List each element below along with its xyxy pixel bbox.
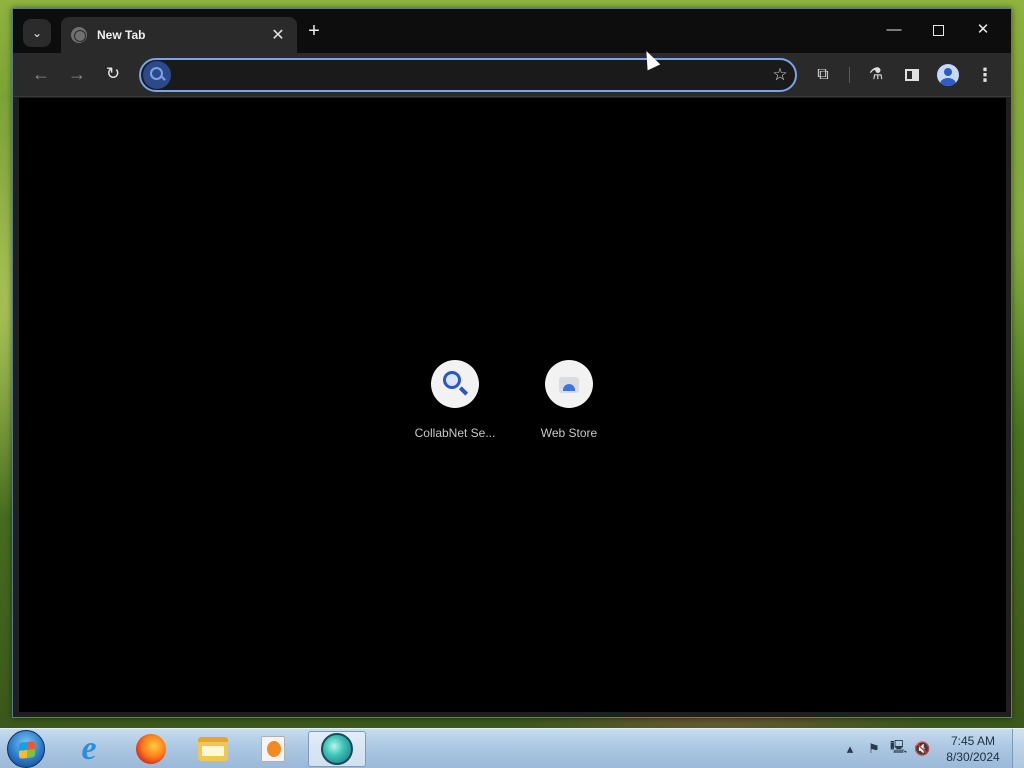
labs-flask-icon[interactable]: ⚗ [864, 63, 888, 87]
side-panel-icon [905, 68, 919, 81]
shortcut-web-store[interactable]: Web Store [513, 360, 625, 440]
start-button[interactable] [7, 730, 45, 768]
network-icon[interactable]: 🖳 [890, 738, 907, 760]
shortcut-tile [431, 360, 479, 408]
shortcut-label: Web Store [540, 426, 598, 440]
clock-date: 8/30/2024 [946, 750, 1000, 764]
extensions-icon[interactable]: ⧉ [811, 63, 835, 87]
media-player-icon [261, 736, 285, 762]
taskbar-firefox[interactable] [124, 731, 178, 767]
new-tab-button[interactable]: + [303, 21, 325, 43]
firefox-icon [136, 734, 166, 764]
tab-new-tab[interactable]: New Tab ✕ [61, 17, 297, 53]
tab-close-icon[interactable]: ✕ [269, 25, 287, 45]
volume-muted-icon[interactable]: 🔇 [914, 741, 930, 757]
web-store-icon-arc [563, 384, 575, 391]
windows-logo-icon [19, 741, 35, 759]
internet-explorer-icon: e [81, 730, 97, 767]
maximize-icon [932, 24, 944, 36]
side-panel-button[interactable] [900, 63, 924, 87]
taskbar-media-player[interactable] [246, 731, 300, 767]
reload-button[interactable]: ↻ [101, 63, 125, 87]
browser-window: ⌄ New Tab ✕ + — ✕ ← → ↻ ☆ ⧉ ⚗ ⋮ CollabNe… [12, 8, 1012, 718]
taskbar-clock[interactable]: 7:45 AM 8/30/2024 [940, 733, 1006, 765]
toolbar-divider [849, 67, 850, 83]
bookmark-star-icon[interactable]: ☆ [765, 65, 795, 85]
address-bar[interactable]: ☆ [139, 58, 797, 92]
taskbar-internet-explorer[interactable]: e [62, 730, 116, 767]
search-icon [143, 61, 171, 89]
action-center-flag-icon[interactable]: ⚑ [866, 741, 882, 757]
taskbar-active-app[interactable] [308, 731, 366, 767]
back-button[interactable]: ← [29, 63, 53, 87]
globe-icon [71, 27, 87, 43]
show-desktop-button[interactable] [1012, 729, 1024, 768]
system-tray: ▴ ⚑ 🖳 🔇 [842, 739, 930, 759]
chevron-down-icon: ⌄ [31, 26, 43, 40]
shortcut-label: CollabNet Se... [414, 426, 496, 440]
taskbar: e ▴ ⚑ 🖳 🔇 7:45 AM 8/30/2024 [0, 728, 1024, 768]
taskbar-file-explorer[interactable] [186, 731, 240, 767]
new-tab-page: CollabNet Se... Web Store [19, 98, 1006, 712]
search-icon [443, 371, 461, 389]
shortcut-tile [545, 360, 593, 408]
search-icon-handle [458, 386, 469, 396]
address-input[interactable] [171, 60, 765, 90]
show-hidden-icons-icon[interactable]: ▴ [842, 741, 858, 757]
close-window-button[interactable]: ✕ [968, 19, 998, 43]
profile-avatar-icon[interactable] [937, 64, 959, 86]
maximize-button[interactable] [923, 19, 953, 43]
minimize-button[interactable]: — [879, 19, 909, 43]
forward-button[interactable]: → [65, 63, 89, 87]
tab-search-button[interactable]: ⌄ [23, 19, 51, 47]
file-explorer-icon [198, 737, 228, 761]
browser-toolbar: ← → ↻ ☆ ⧉ ⚗ ⋮ [13, 53, 1011, 97]
shortcut-collabnet[interactable]: CollabNet Se... [399, 360, 511, 440]
browser-menu-icon[interactable]: ⋮ [973, 63, 997, 87]
app-icon [321, 733, 353, 765]
title-bar: ⌄ New Tab ✕ + — ✕ [13, 9, 1011, 53]
clock-time: 7:45 AM [950, 734, 996, 748]
tab-title: New Tab [97, 28, 146, 42]
